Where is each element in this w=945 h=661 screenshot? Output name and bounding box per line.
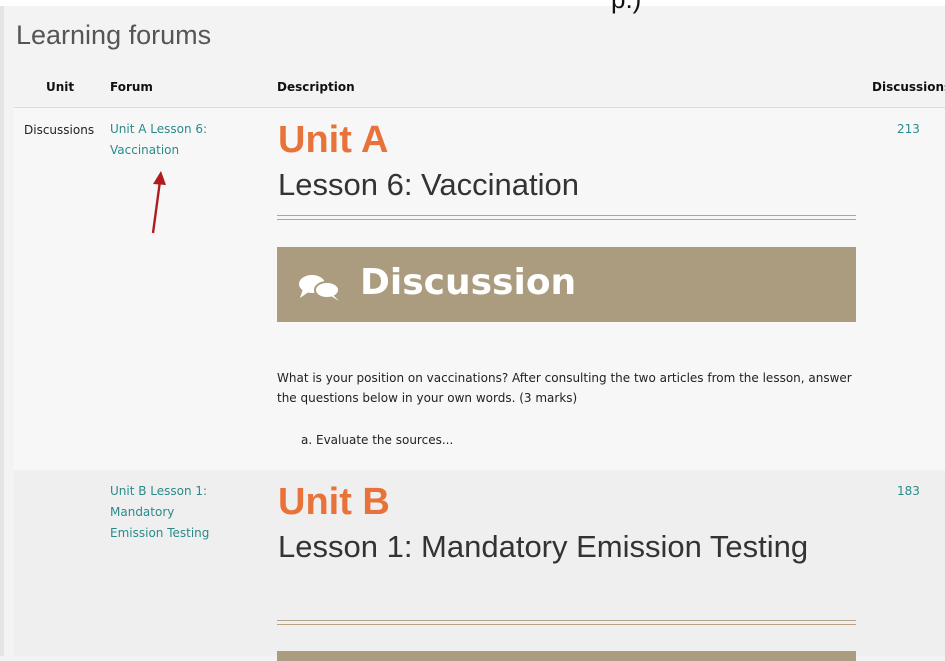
clipped-text: p.) — [611, 0, 641, 15]
column-header-unit[interactable]: Unit — [46, 80, 74, 94]
red-arrow-annotation — [151, 171, 166, 234]
discussion-count[interactable]: 183 — [897, 484, 920, 498]
table-row: Discussions Unit A Lesson 6: Vaccination… — [14, 107, 945, 471]
sub-question: a. Evaluate the sources... — [301, 433, 454, 447]
double-divider — [277, 620, 856, 625]
forum-description: What is your position on vaccinations? A… — [277, 371, 852, 405]
unit-heading: Unit B — [278, 481, 390, 523]
chat-bubbles-icon — [299, 275, 340, 301]
double-divider — [277, 215, 856, 220]
unit-heading: Unit A — [278, 119, 389, 161]
lesson-title: Lesson 1: Mandatory Emission Testing — [278, 529, 809, 564]
unit-cell: Discussions — [24, 123, 95, 137]
discussion-banner — [277, 651, 856, 661]
lesson-title: Lesson 6: Vaccination — [278, 167, 580, 202]
column-header-discussions[interactable]: Discussions — [872, 80, 945, 94]
discussion-banner: Discussion — [277, 247, 856, 322]
column-header-description[interactable]: Description — [277, 80, 355, 94]
page-title: Learning forums — [16, 20, 212, 50]
top-clipped-area: p.) — [0, 0, 945, 14]
discussion-count[interactable]: 213 — [897, 122, 920, 136]
table-row: Unit B Lesson 1: Mandatory Emission Test… — [14, 470, 945, 661]
forum-link-unit-a-lesson-6[interactable]: Unit A Lesson 6: Vaccination — [110, 119, 230, 161]
forum-link-unit-b-lesson-1[interactable]: Unit B Lesson 1: Mandatory Emission Test… — [110, 481, 230, 544]
column-header-forum[interactable]: Forum — [110, 80, 153, 94]
left-edge-border — [0, 6, 4, 656]
banner-label: Discussion — [360, 262, 577, 303]
